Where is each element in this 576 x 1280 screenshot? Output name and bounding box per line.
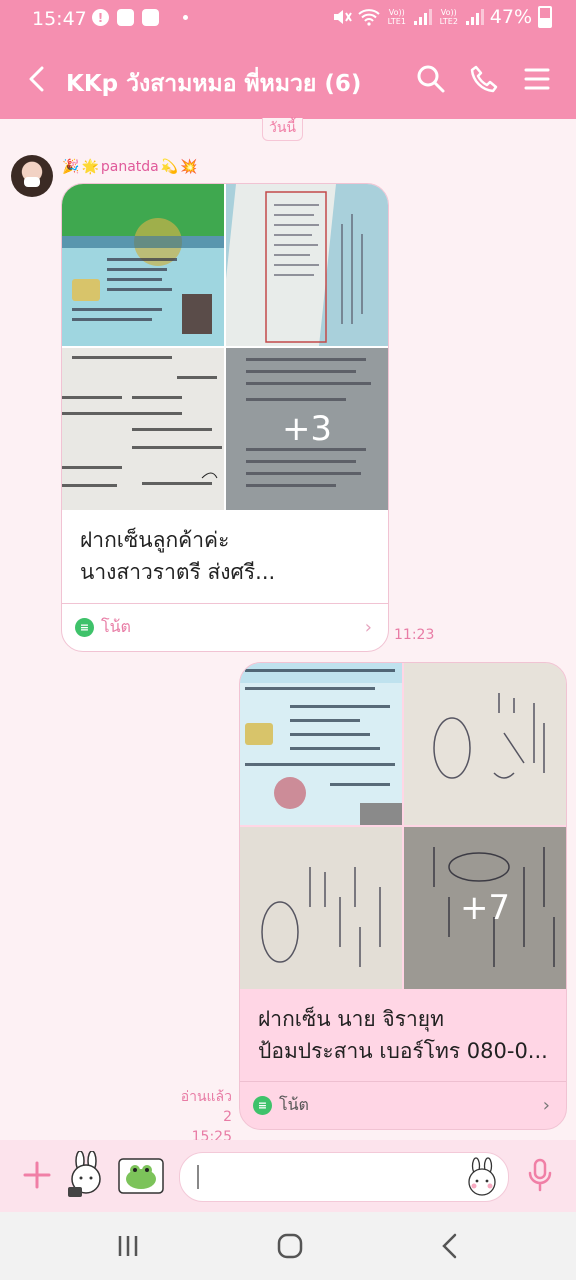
note-icon: ≡ [75, 618, 94, 637]
recent-apps-icon[interactable] [108, 1230, 148, 1262]
status-right: Vo)) LTE1 Vo)) LTE2 47% [332, 6, 552, 28]
sender-name-text: panatda [100, 159, 159, 175]
read-status: อ่านแล้ว 2 [180, 1089, 232, 1125]
rabbit-sticker-icon [68, 1150, 101, 1197]
chat-title: KKp วังสามหมอ พี่หมวย (6) [66, 71, 362, 97]
battery-icon [538, 6, 552, 28]
sim2-label: Vo)) LTE2 [439, 8, 458, 26]
alert-icon: ! [92, 9, 109, 26]
photo-document-3[interactable]: +3 [226, 348, 388, 510]
chat-header: KKp วังสามหมอ พี่หมวย (6) [0, 42, 576, 119]
date-chip: วันนี้ [262, 118, 304, 141]
more-photos-count-out[interactable]: +7 [404, 827, 566, 989]
sim1-signal-icon [413, 9, 432, 25]
message-input[interactable] [179, 1152, 509, 1202]
plus-icon[interactable] [22, 1160, 52, 1190]
status-time: 15:47 [32, 8, 87, 30]
back-nav-icon[interactable] [430, 1230, 470, 1262]
camera-notification-icon [142, 9, 159, 26]
home-icon[interactable] [270, 1230, 310, 1262]
photo-document-2[interactable] [62, 348, 224, 510]
chevron-right-icon: › [542, 1095, 550, 1116]
system-navigation-bar [0, 1212, 576, 1280]
incoming-note-card[interactable]: +3 ฝากเซ็นลูกค้าค่ะ นางสาวราตรี ส่งศรี..… [61, 183, 389, 652]
party-popper-icon: 🎉 [62, 159, 80, 175]
back-arrow-icon[interactable] [26, 66, 48, 92]
note-label-out: โน้ต [279, 1095, 309, 1114]
photo-grid-out[interactable]: +7 [240, 663, 566, 990]
note-link-out[interactable]: ≡ โน้ต › [240, 1081, 566, 1129]
notification-icons: ! [92, 9, 188, 26]
text-caret [197, 1165, 199, 1189]
note-caption: ฝากเซ็นลูกค้าค่ะ นางสาวราตรี ส่งศรี... [80, 524, 380, 588]
more-photos-count[interactable]: +3 [226, 348, 388, 510]
sparkle-icon: 🌟 [81, 159, 99, 175]
note-link[interactable]: ≡ โน้ต › [62, 603, 388, 651]
read-receipt: อ่านแล้ว 2 15:25 [168, 1087, 232, 1147]
photo-handwritten-1[interactable] [404, 663, 566, 825]
sticker-cony-button[interactable] [62, 1150, 112, 1201]
emoji-sticker-icon[interactable] [462, 1157, 502, 1197]
note-caption-out-line2: ป้อมประสาน เบอร์โทร 080-0... [258, 1039, 548, 1063]
photo-id-card[interactable] [62, 184, 224, 346]
note-label: โน้ต [101, 617, 131, 636]
message-time: 11:23 [394, 627, 435, 643]
app-notification-icon [117, 9, 134, 26]
note-caption-line2: นางสาวราตรี ส่งศรี... [80, 560, 276, 584]
message-text-field[interactable] [206, 1161, 460, 1193]
sender-name: 🎉 🌟 panatda 💫 💥 [62, 159, 198, 175]
microphone-icon[interactable] [526, 1158, 554, 1192]
photo-id-card-out[interactable] [240, 663, 402, 825]
sim1-label: Vo)) LTE1 [387, 8, 406, 26]
photo-grid[interactable]: +3 [62, 184, 388, 511]
photo-document-1[interactable] [226, 184, 388, 346]
note-caption-line1: ฝากเซ็นลูกค้าค่ะ [80, 528, 230, 552]
photo-handwritten-3[interactable]: +7 [404, 827, 566, 989]
avatar[interactable] [11, 155, 53, 197]
more-notifications-icon [183, 15, 188, 20]
note-caption-out-line1: ฝากเซ็น นาย จิรายุท [258, 1007, 444, 1031]
status-bar: 15:47 ! Vo)) LTE1 Vo)) LTE2 47% [0, 0, 576, 42]
phone-icon[interactable] [469, 64, 499, 94]
menu-icon[interactable] [522, 64, 552, 94]
burst-icon: 💥 [180, 159, 198, 175]
chevron-right-icon: › [364, 617, 372, 638]
outgoing-note-card[interactable]: +7 ฝากเซ็น นาย จิรายุท ป้อมประสาน เบอร์โ… [239, 662, 567, 1130]
sticker-frog-button[interactable] [116, 1151, 166, 1201]
comet-icon: 💫 [160, 159, 179, 175]
search-icon[interactable] [416, 64, 446, 94]
wifi-icon [358, 9, 380, 26]
note-icon: ≡ [253, 1096, 272, 1115]
mute-icon [333, 10, 352, 24]
battery-percent: 47% [489, 6, 532, 28]
photo-handwritten-2[interactable] [240, 827, 402, 989]
frog-sticker-icon [118, 1158, 164, 1194]
message-input-bar [0, 1140, 576, 1212]
note-caption-out: ฝากเซ็น นาย จิรายุท ป้อมประสาน เบอร์โทร … [258, 1003, 558, 1067]
sim2-signal-icon [465, 9, 484, 25]
